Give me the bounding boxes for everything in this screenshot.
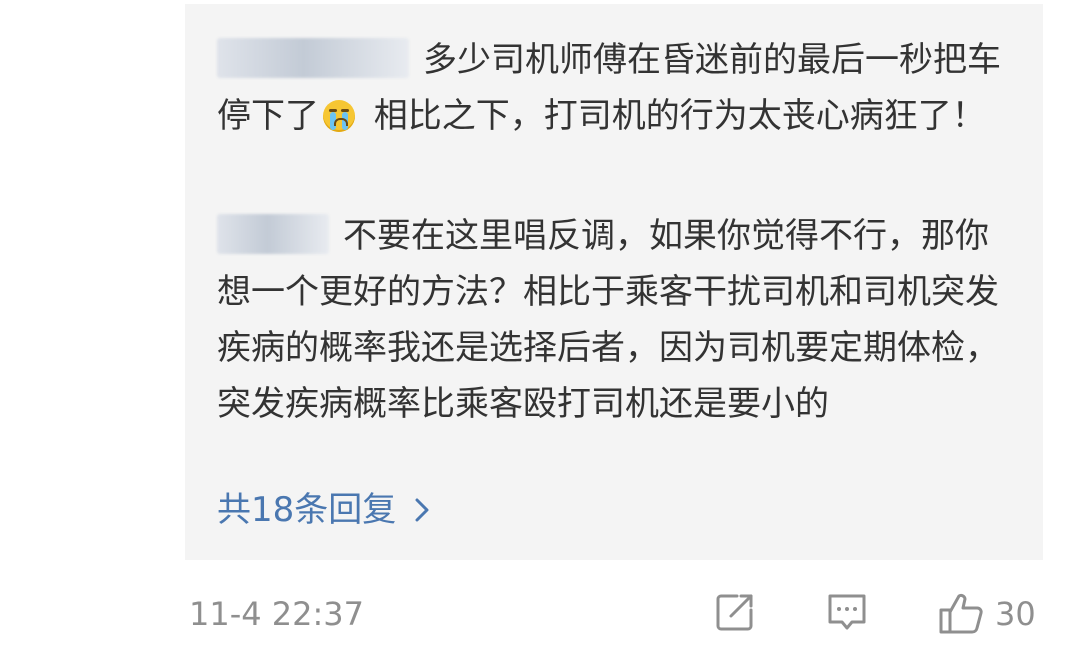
blurred-username bbox=[217, 214, 329, 254]
view-all-replies-label: 共18条回复 bbox=[217, 490, 397, 530]
reply-item: 多少司机师傅在昏迷前的最后一秒把车停下了 相比之下，打司机的行为太丧心病狂了！ bbox=[217, 32, 1017, 144]
reply-item: 不要在这里唱反调，如果你觉得不行，那你想一个更好的方法？相比于乘客干扰司机和司机… bbox=[217, 208, 1017, 432]
share-icon bbox=[716, 594, 753, 631]
view-all-replies-link[interactable]: 共18条回复 bbox=[217, 486, 430, 534]
like-button[interactable]: 30 bbox=[937, 590, 1036, 638]
crying-face-icon bbox=[323, 100, 355, 132]
share-button[interactable] bbox=[713, 590, 757, 638]
blurred-username bbox=[217, 38, 409, 78]
comment-button[interactable] bbox=[825, 590, 869, 640]
reply-text: 不要在这里唱反调，如果你觉得不行，那你想一个更好的方法？相比于乘客干扰司机和司机… bbox=[217, 216, 999, 424]
comment-icon bbox=[828, 594, 866, 630]
reply-text-continued: 相比之下，打司机的行为太丧心病狂了！ bbox=[363, 96, 986, 136]
comment-timestamp: 11-4 22:37 bbox=[189, 595, 365, 633]
thumbs-up-icon bbox=[939, 593, 983, 634]
like-count: 30 bbox=[995, 595, 1036, 633]
chevron-right-icon bbox=[415, 498, 429, 522]
